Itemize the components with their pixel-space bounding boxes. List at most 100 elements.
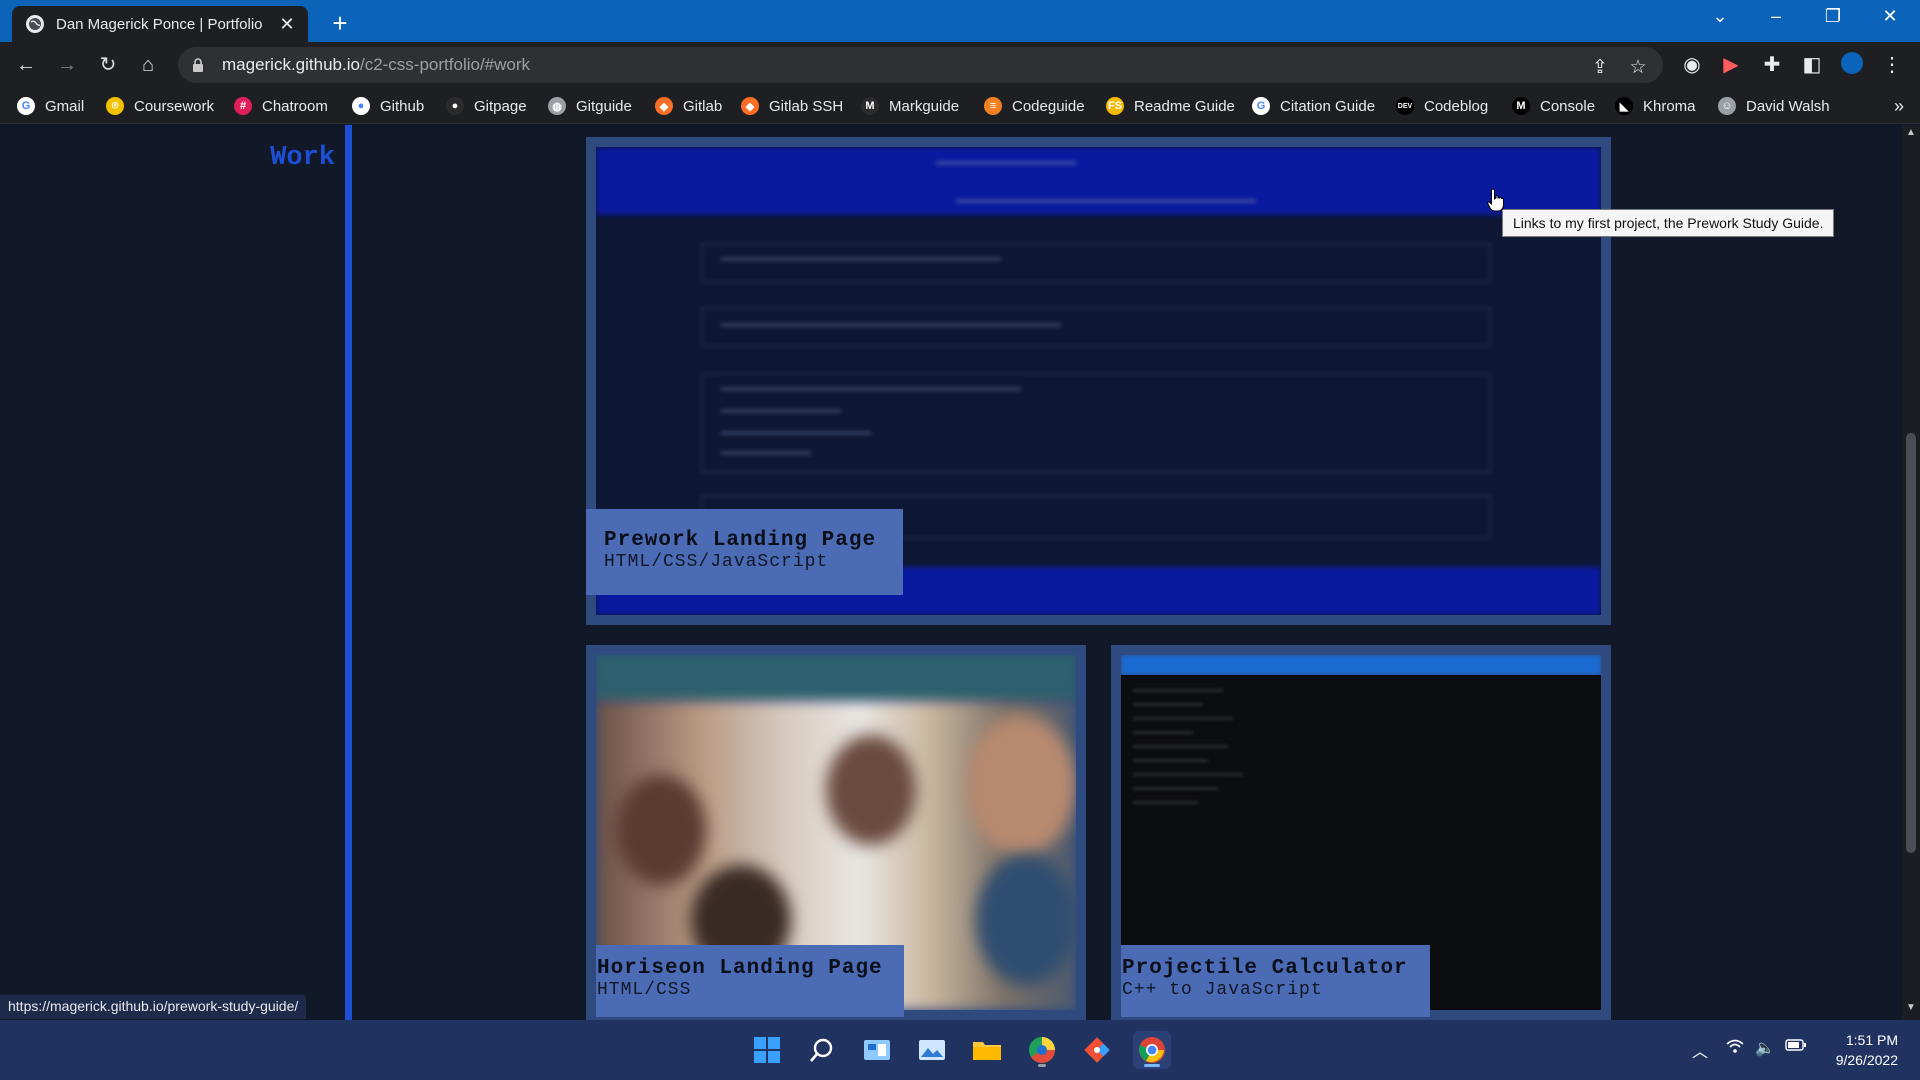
bookmarks-bar: » G Gmail ⌾ Coursework # Chatroom ● Github ● Gitp… [0, 88, 1920, 124]
title-bar: Dan Magerick Ponce | Portfolio ✕ + ⌄ – ❐… [0, 0, 1920, 42]
coursework-icon: ⌾ [106, 97, 124, 115]
bookmark-label: Khroma [1643, 97, 1696, 115]
project-label-prework: Prework Landing Page HTML/CSS/JavaScript [586, 509, 903, 595]
bookmark-label: David Walsh [1746, 97, 1830, 115]
section-sidebar: Work [0, 125, 352, 1020]
bookmark-david-walsh[interactable]: ☺ David Walsh [1718, 94, 1830, 118]
bookmark-label: Gitguide [576, 97, 632, 115]
work-heading: Work [270, 143, 335, 173]
tab-search-icon[interactable]: ⌄ [1700, 6, 1740, 27]
bookmark-codeguide[interactable]: ≡ Codeguide [984, 94, 1085, 118]
bookmark-console[interactable]: M Console [1512, 94, 1595, 118]
bookmark-gitlab-ssh[interactable]: ◆ Gitlab SSH [741, 94, 843, 118]
extension-eyes-icon[interactable]: ◉ [1678, 51, 1706, 79]
bookmark-label: Readme Guide [1134, 97, 1235, 115]
project-card-horiseon[interactable]: Horiseon Landing Page HTML/CSS [586, 645, 1086, 1020]
bookmark-gitpage[interactable]: ● Gitpage [446, 94, 527, 118]
bookmark-citation-guide[interactable]: G Citation Guide [1252, 94, 1375, 118]
slack-icon: # [234, 97, 252, 115]
restore-icon[interactable]: ❐ [1813, 6, 1853, 27]
bookmark-markguide[interactable]: M Markguide [861, 94, 959, 118]
url-text: magerick.github.io/c2-css-portfolio/#wor… [222, 55, 530, 75]
clock-time: 1:51 PM [1845, 1032, 1898, 1048]
taskbar-clock[interactable]: 1:51 PM 9/26/2022 [1836, 1030, 1898, 1070]
edge-browser-icon[interactable] [1023, 1031, 1061, 1069]
extension-video-icon[interactable]: ▶ [1717, 51, 1745, 79]
tab-title: Dan Magerick Ponce | Portfolio [56, 15, 263, 33]
bookmark-label: Gitlab [683, 97, 723, 115]
photos-icon[interactable] [913, 1031, 951, 1069]
home-icon[interactable]: ⌂ [134, 51, 162, 79]
project-name: Horiseon Landing Page [597, 957, 883, 980]
bookmark-codeblog[interactable]: DEV Codeblog [1396, 94, 1488, 118]
new-tab-button[interactable]: + [326, 8, 354, 39]
gitlab-icon: ◆ [655, 97, 673, 115]
minimize-icon[interactable]: – [1756, 6, 1796, 27]
bookmark-readme-guide[interactable]: FS Readme Guide [1106, 94, 1235, 118]
bookmark-label: Coursework [134, 97, 215, 115]
back-icon[interactable]: ← [12, 51, 40, 79]
bookmark-gitlab[interactable]: ◆ Gitlab [655, 94, 722, 118]
search-icon[interactable] [803, 1031, 841, 1069]
bookmark-coursework[interactable]: ⌾ Coursework [106, 94, 214, 118]
page-scrollbar[interactable]: ▲ ▼ [1902, 125, 1920, 1020]
bookmarks-overflow-icon[interactable]: » [1894, 94, 1904, 118]
globe-icon: ◍ [548, 97, 566, 115]
project-tech: HTML/CSS [597, 980, 692, 1000]
bookmark-star-icon[interactable]: ☆ [1625, 55, 1651, 81]
tab-close-icon[interactable]: ✕ [276, 14, 298, 35]
gitlab-icon: ◆ [741, 97, 759, 115]
bookmark-label: Gitlab SSH [769, 97, 844, 115]
github-icon: ● [352, 97, 370, 115]
forward-icon[interactable]: → [53, 51, 81, 79]
davidwalsh-icon: ☺ [1718, 97, 1736, 115]
bookmark-chatroom[interactable]: # Chatroom [234, 94, 328, 118]
scroll-thumb[interactable] [1906, 433, 1916, 853]
bookmark-label: Gitpage [474, 97, 527, 115]
google-icon: G [1252, 97, 1270, 115]
git-icon[interactable] [1078, 1031, 1116, 1069]
scroll-up-icon[interactable]: ▲ [1902, 127, 1920, 143]
share-icon[interactable]: ⇪ [1587, 55, 1613, 81]
bookmark-khroma[interactable]: ◣ Khroma [1615, 94, 1696, 118]
battery-icon[interactable] [1785, 1038, 1807, 1057]
project-label-projectile: Projectile Calculator C++ to JavaScript [1121, 945, 1430, 1017]
bookmark-label: Github [380, 97, 425, 115]
menu-kebab-icon[interactable]: ⋮ [1878, 51, 1906, 79]
bookmark-gmail[interactable]: G Gmail [17, 94, 84, 118]
wifi-icon[interactable] [1726, 1038, 1744, 1059]
scroll-down-icon[interactable]: ▼ [1902, 1002, 1920, 1018]
profile-avatar[interactable] [1838, 51, 1866, 79]
khroma-icon: ◣ [1615, 97, 1633, 115]
bookmark-gitguide[interactable]: ◍ Gitguide [548, 94, 632, 118]
project-label-horiseon: Horiseon Landing Page HTML/CSS [596, 945, 904, 1017]
browser-toolbar: ← → ↻ ⌂ magerick.github.io/c2-css-portfo… [0, 42, 1920, 88]
github-icon: ● [446, 97, 464, 115]
project-tech: HTML/CSS/JavaScript [604, 552, 829, 572]
project-name: Projectile Calculator [1122, 957, 1408, 980]
taskbar: ︿ 🔈 1:51 PM 9/26/2022 [0, 1020, 1920, 1080]
bookmark-label: Chatroom [262, 97, 328, 115]
start-windows-icon[interactable] [748, 1031, 786, 1069]
address-bar[interactable]: magerick.github.io/c2-css-portfolio/#wor… [178, 47, 1663, 83]
project-card-prework[interactable]: Prework Landing Page HTML/CSS/JavaScript [586, 137, 1611, 625]
tab-portfolio[interactable]: Dan Magerick Ponce | Portfolio ✕ [12, 6, 308, 42]
bookmark-label: Console [1540, 97, 1596, 115]
extensions-puzzle-icon[interactable]: ✚ [1758, 51, 1786, 79]
bookmark-label: Codeguide [1012, 97, 1085, 115]
widgets-icon[interactable] [858, 1031, 896, 1069]
project-card-projectile[interactable]: Projectile Calculator C++ to JavaScript [1111, 645, 1611, 1020]
bookmark-label: Citation Guide [1280, 97, 1376, 115]
reload-icon[interactable]: ↻ [94, 51, 122, 79]
chrome-browser-icon[interactable] [1133, 1031, 1171, 1069]
tray-chevron-icon[interactable]: ︿ [1692, 1038, 1708, 1062]
url-path: /c2-css-portfolio/#work [359, 55, 531, 74]
side-panel-icon[interactable]: ◧ [1798, 51, 1826, 79]
window-close-icon[interactable]: ✕ [1870, 6, 1910, 27]
file-explorer-icon[interactable] [968, 1031, 1006, 1069]
bookmark-github[interactable]: ● Github [352, 94, 424, 118]
volume-icon[interactable]: 🔈 [1755, 1038, 1775, 1058]
google-icon: G [17, 97, 35, 115]
lock-icon [192, 58, 204, 72]
url-host: magerick.github.io [222, 55, 360, 74]
